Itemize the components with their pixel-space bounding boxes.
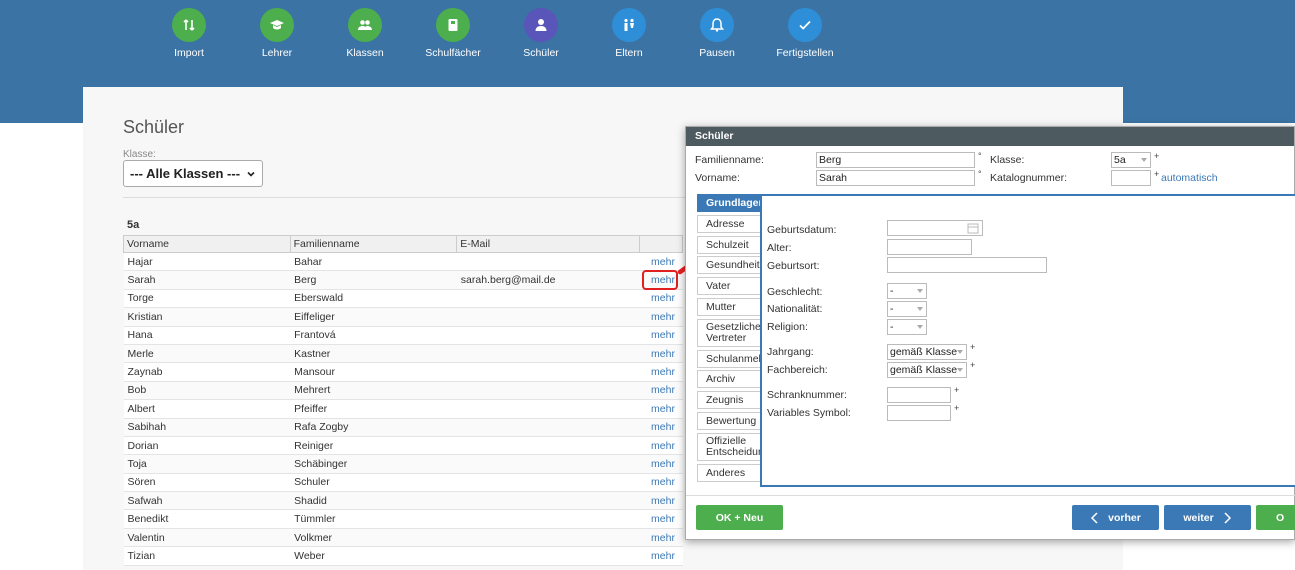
- optional-mark: +: [970, 342, 976, 352]
- variables-symbol-input[interactable]: [887, 405, 951, 421]
- tab-schulanmeldung[interactable]: Schulanmeldung: [697, 349, 762, 368]
- optional-mark: +: [1154, 151, 1160, 161]
- klasse-label: Klasse:: [990, 154, 1025, 166]
- geburtsort-input[interactable]: [887, 257, 1047, 273]
- tab-zeugnis[interactable]: Zeugnis: [697, 391, 762, 410]
- dialog-footer-divider: [686, 495, 1295, 496]
- optional-mark: +: [1154, 169, 1160, 179]
- schranknummer-input[interactable]: [887, 387, 951, 403]
- alter-label: Alter:: [767, 242, 792, 254]
- tab-schulzeit[interactable]: Schulzeit: [697, 235, 762, 254]
- dropdown-arrow-icon: [917, 307, 923, 311]
- schranknummer-label: Schranknummer:: [767, 389, 847, 401]
- tab-gesundheit[interactable]: Gesundheit: [697, 256, 762, 275]
- tab-bewertung[interactable]: Bewertung: [697, 411, 762, 430]
- fachbereich-select[interactable]: gemäß Klasse: [887, 362, 967, 378]
- geburtsdatum-label: Geburtsdatum:: [767, 224, 837, 236]
- variables-symbol-label: Variables Symbol:: [767, 407, 851, 419]
- tab-offizielle-entscheidungen[interactable]: Offizielle Entscheidungen: [697, 432, 762, 461]
- ok-button[interactable]: O: [1256, 505, 1295, 530]
- chevron-left-icon: [1091, 511, 1098, 524]
- tab-vater[interactable]: Vater: [697, 277, 762, 296]
- geschlecht-select[interactable]: -: [887, 283, 927, 299]
- vorher-label: vorher: [1108, 511, 1141, 524]
- tab-gesetzlicher-vertreter[interactable]: Gesetzlicher Vertreter: [697, 318, 762, 347]
- dialog-title: Schüler: [686, 127, 1294, 146]
- nationalitaet-label: Nationalität:: [767, 303, 823, 315]
- jahrgang-label: Jahrgang:: [767, 346, 814, 358]
- schueler-dialog: Schüler Familienname: Berg ° Vorname: Sa…: [685, 126, 1295, 540]
- chevron-right-icon: [1224, 511, 1231, 524]
- fachbereich-value: gemäß Klasse: [890, 364, 958, 376]
- religion-label: Religion:: [767, 321, 808, 333]
- tab-grundlagen[interactable]: Grundlagen: [697, 194, 762, 212]
- katalognummer-input[interactable]: [1111, 170, 1151, 186]
- jahrgang-value: gemäß Klasse: [890, 346, 958, 358]
- tab-archiv[interactable]: Archiv: [697, 370, 762, 389]
- tab-mutter[interactable]: Mutter: [697, 297, 762, 316]
- katalognummer-label: Katalognummer:: [990, 172, 1068, 184]
- dialog-tabs: Grundlagen Adresse Schulzeit Gesundheit …: [697, 194, 762, 484]
- tab-anderes[interactable]: Anderes: [697, 463, 762, 482]
- klasse-select[interactable]: 5a: [1111, 152, 1151, 168]
- nationalitaet-value: -: [890, 303, 894, 315]
- ok-neu-button[interactable]: OK + Neu: [696, 505, 783, 530]
- religion-select[interactable]: -: [887, 319, 927, 335]
- calendar-icon[interactable]: [967, 222, 979, 234]
- dropdown-arrow-icon: [957, 350, 963, 354]
- optional-mark: +: [954, 403, 960, 413]
- fachbereich-label: Fachbereich:: [767, 364, 828, 376]
- klasse-value: 5a: [1114, 154, 1126, 166]
- dropdown-arrow-icon: [917, 325, 923, 329]
- vorname-input[interactable]: Sarah: [816, 170, 975, 186]
- geburtsdatum-input[interactable]: [887, 220, 983, 236]
- tab-adresse[interactable]: Adresse: [697, 214, 762, 233]
- dropdown-arrow-icon: [1141, 158, 1147, 162]
- familienname-label: Familienname:: [695, 154, 764, 166]
- geschlecht-value: -: [890, 285, 894, 297]
- familienname-input[interactable]: Berg: [816, 152, 975, 168]
- jahrgang-select[interactable]: gemäß Klasse: [887, 344, 967, 360]
- required-mark: °: [978, 169, 982, 179]
- dropdown-arrow-icon: [957, 368, 963, 372]
- grundlagen-panel: Geburtsdatum: Alter: Geburtsort: Geschle…: [760, 194, 1295, 487]
- weiter-button[interactable]: weiter: [1164, 505, 1251, 530]
- optional-mark: +: [954, 385, 960, 395]
- geschlecht-label: Geschlecht:: [767, 286, 823, 298]
- geburtsort-label: Geburtsort:: [767, 260, 820, 272]
- optional-mark: +: [970, 360, 976, 370]
- vorname-label: Vorname:: [695, 172, 740, 184]
- dropdown-arrow-icon: [917, 289, 923, 293]
- religion-value: -: [890, 321, 894, 333]
- required-mark: °: [978, 151, 982, 161]
- weiter-label: weiter: [1183, 511, 1214, 524]
- nationalitaet-select[interactable]: -: [887, 301, 927, 317]
- automatisch-link[interactable]: automatisch: [1161, 172, 1218, 184]
- vorher-button[interactable]: vorher: [1072, 505, 1159, 530]
- alter-input[interactable]: [887, 239, 972, 255]
